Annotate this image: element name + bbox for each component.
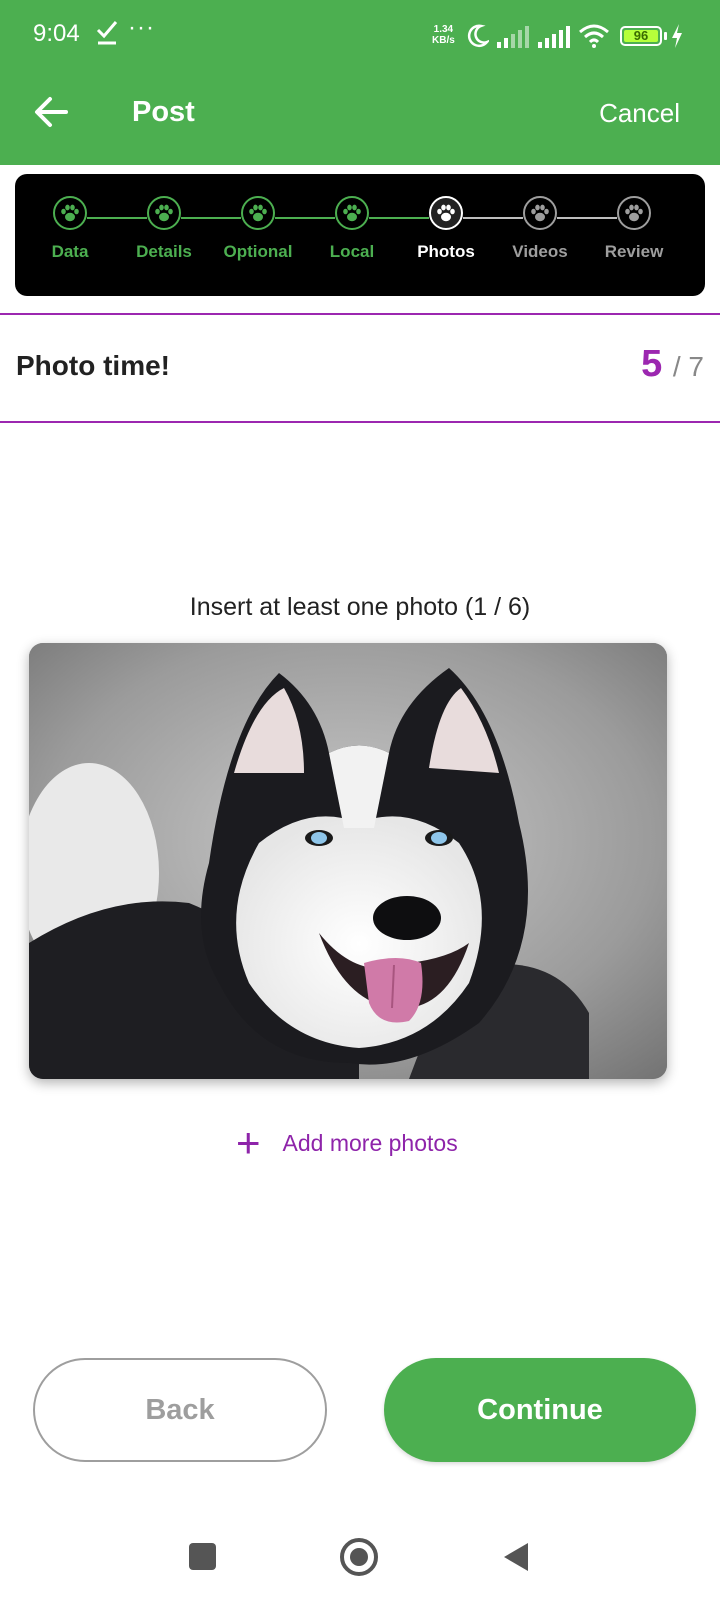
step-label: Review (604, 242, 664, 261)
battery-icon: 96 (620, 26, 662, 46)
step-label: Photos (417, 242, 475, 261)
continue-button[interactable]: Continue (384, 1358, 696, 1462)
wifi-icon (579, 24, 609, 48)
network-speed: 1.34 KB/s (432, 24, 455, 46)
step-label: Optional (223, 242, 293, 261)
plus-icon: + (236, 1119, 261, 1166)
battery-tip (664, 32, 667, 40)
step-details: Details (114, 196, 214, 262)
add-more-photos-label: Add more photos (282, 1129, 458, 1156)
home-icon-dot (350, 1548, 368, 1566)
section-title: Photo time! (16, 350, 170, 381)
husky-photo (29, 643, 667, 1079)
charging-icon (672, 24, 682, 48)
network-speed-unit: KB/s (432, 35, 455, 46)
step-data: Data (20, 196, 120, 262)
step-label: Details (136, 242, 192, 261)
step-circle (523, 196, 557, 230)
step-circle (617, 196, 651, 230)
add-more-photos-button[interactable]: + Add more photos (236, 1119, 458, 1166)
cancel-button[interactable]: Cancel (599, 98, 680, 129)
moon-icon (467, 24, 489, 48)
step-label: Local (329, 242, 375, 261)
network-speed-value: 1.34 (433, 24, 454, 35)
step-label: Videos (512, 242, 568, 261)
arrow-back-icon[interactable] (32, 92, 72, 132)
step-total: / 7 (672, 351, 704, 382)
step-local: Local (302, 196, 402, 262)
status-time: 9:04 (33, 20, 80, 47)
page-title: Post (132, 96, 195, 128)
paw-icon (155, 204, 173, 222)
paw-icon (249, 204, 267, 222)
progress-stepper: Data Details Optional Local Photos Videos Revi… (15, 174, 705, 296)
step-circle (53, 196, 87, 230)
battery-level: 96 (633, 28, 649, 43)
nav-back-icon[interactable] (502, 1541, 530, 1573)
paw-icon (61, 204, 79, 222)
signal-icon-2 (538, 26, 570, 48)
more-notifications-icon: ··· (128, 14, 155, 41)
photo-instruction: Insert at least one photo (1 / 6) (189, 593, 531, 621)
step-label: Data (51, 242, 89, 261)
divider-top (0, 313, 720, 315)
back-button[interactable]: Back (33, 1358, 327, 1462)
step-videos: Videos (490, 196, 590, 262)
divider-bottom (0, 421, 720, 423)
paw-icon (437, 204, 455, 222)
paw-icon (531, 204, 549, 222)
step-circle (241, 196, 275, 230)
home-icon[interactable] (340, 1538, 378, 1576)
step-circle (147, 196, 181, 230)
signal-icon-1 (497, 26, 529, 48)
recent-apps-icon[interactable] (189, 1543, 216, 1570)
status-bar: 9:04 ··· 1.34 KB/s 96 (0, 0, 720, 72)
photo-thumbnail[interactable] (29, 643, 667, 1079)
step-circle (335, 196, 369, 230)
step-current: 5 (641, 343, 663, 385)
step-circle (429, 196, 463, 230)
paw-icon (343, 204, 361, 222)
task-done-icon (96, 21, 118, 45)
step-review: Review (584, 196, 684, 262)
step-optional: Optional (208, 196, 308, 262)
paw-icon (625, 204, 643, 222)
app-header: 9:04 ··· 1.34 KB/s 96 Post Cancel (0, 0, 720, 165)
step-counter: 5 / 7 (641, 343, 704, 386)
step-photos: Photos (396, 196, 496, 262)
